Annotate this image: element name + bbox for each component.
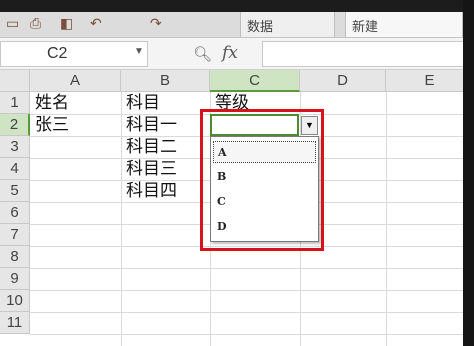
- tab-label: 数据: [247, 20, 274, 35]
- cell-a1[interactable]: 姓名: [31, 92, 69, 114]
- row-header-6[interactable]: 6: [0, 202, 30, 224]
- column-header-b[interactable]: B: [121, 70, 210, 92]
- row-header-5[interactable]: 5: [0, 180, 30, 202]
- row-header-4[interactable]: 4: [0, 158, 30, 180]
- name-box[interactable]: C2: [0, 41, 148, 67]
- tab-new[interactable]: 新建: [345, 12, 463, 37]
- tab-document[interactable]: 数据: [240, 12, 335, 37]
- row-header-8[interactable]: 8: [0, 246, 30, 268]
- column-header-d[interactable]: D: [300, 70, 386, 92]
- undo-icon[interactable]: ↶: [90, 16, 102, 32]
- row-header-11[interactable]: 11: [0, 312, 30, 334]
- print-icon[interactable]: ⎙: [30, 16, 41, 32]
- window-top-bar: [0, 0, 474, 12]
- cell-b3[interactable]: 科目二: [122, 136, 177, 158]
- column-header-c[interactable]: C: [210, 70, 300, 92]
- row-header-2[interactable]: 2: [0, 114, 30, 136]
- zoom-icon[interactable]: 🔍︎: [193, 45, 212, 63]
- tab-label: 新建: [352, 20, 379, 35]
- preview-icon[interactable]: ◧: [60, 16, 73, 32]
- chevron-down-icon[interactable]: ▼: [134, 46, 144, 57]
- spreadsheet-grid: A B C D E 1 2 3 4 5 6 7 8 9 10 11 姓名 科目 …: [0, 70, 474, 346]
- toolbar: ▭ ⎙ ◧ ↶ ↷ 数据 新建: [0, 12, 474, 38]
- row-header-7[interactable]: 7: [0, 224, 30, 246]
- formula-bar: C2 ▼ 🔍︎ fx: [0, 38, 474, 70]
- row-header-9[interactable]: 9: [0, 268, 30, 290]
- gridline: [30, 312, 474, 313]
- gridline: [386, 92, 387, 346]
- column-header-e[interactable]: E: [386, 70, 474, 92]
- cell-b1[interactable]: 科目: [122, 92, 160, 114]
- gridline: [30, 334, 474, 335]
- gridline: [30, 290, 474, 291]
- select-all-corner[interactable]: [0, 70, 30, 92]
- row-header-1[interactable]: 1: [0, 92, 30, 114]
- cell-b5[interactable]: 科目四: [122, 180, 177, 202]
- column-header-a[interactable]: A: [30, 70, 121, 92]
- formula-input[interactable]: [262, 41, 474, 67]
- row-header-10[interactable]: 10: [0, 290, 30, 312]
- gridline: [30, 268, 474, 269]
- save-icon[interactable]: ▭: [6, 16, 19, 32]
- highlight-annotation-box: [200, 109, 324, 251]
- function-icon[interactable]: fx: [222, 43, 238, 63]
- redo-icon[interactable]: ↷: [150, 16, 162, 32]
- cell-a2[interactable]: 张三: [31, 114, 69, 136]
- cell-b4[interactable]: 科目三: [122, 158, 177, 180]
- row-header-3[interactable]: 3: [0, 136, 30, 158]
- window-frame-edge: [463, 0, 474, 346]
- name-box-value: C2: [47, 45, 68, 62]
- cell-b2[interactable]: 科目一: [122, 114, 177, 136]
